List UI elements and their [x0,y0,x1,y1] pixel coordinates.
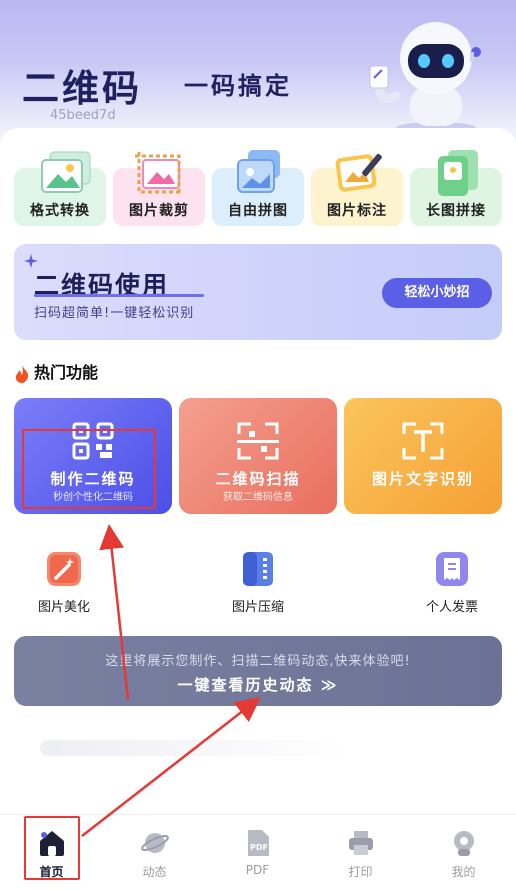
profile-icon [454,831,474,856]
qr-scan-icon [237,422,279,460]
invoice-icon [436,552,468,586]
tool-format-convert[interactable]: 格式转换 [14,148,106,228]
magic-wand-icon [47,552,81,586]
annotation-highlight-create-qr [22,429,156,509]
tool-image-annotate[interactable]: 图片标注 [311,148,403,228]
tab-label: 我的 [451,865,476,879]
tool-label: 格式转换 [30,203,90,219]
tool-label: 图片标注 [327,203,387,219]
tool-image-crop[interactable]: 图片裁剪 [113,148,205,228]
tab-label: 打印 [348,865,373,879]
tab-pdf[interactable]: PDF PDF [206,815,309,890]
pdf-icon: PDF [248,830,269,856]
tab-print[interactable]: 打印 [309,815,412,890]
view-history-link[interactable]: 一键查看历史动态 ≫ [14,674,502,695]
scan-qr-card[interactable]: 二维码扫描 获取二维码信息 [179,398,337,514]
mini-tool-label: 个人发票 [425,600,478,615]
mini-tool-image-compress[interactable]: 图片压缩 [208,552,308,616]
mini-tool-label: 图片美化 [37,600,90,615]
tab-label: 动态 [142,865,167,879]
image-convert-icon [41,151,91,193]
svg-text:PDF: PDF [250,843,268,852]
annotation-highlight-home-tab [24,816,80,880]
tool-free-collage[interactable]: 自由拼图 [212,148,304,228]
robot-mascot-icon [369,22,481,134]
banner-subtitle: 扫码超简单!一键轻松识别 [34,306,195,321]
banner-underline [34,294,204,297]
mini-tool-image-beautify[interactable]: 图片美化 [14,552,114,616]
feature-title: 图片文字识别 [371,470,474,488]
tool-label: 自由拼图 [228,203,288,219]
mini-tool-label: 图片压缩 [231,600,284,615]
tab-activity[interactable]: 动态 [103,815,206,890]
image-annotate-icon [335,153,382,192]
tools-row: 格式转换 图片裁剪 自由拼图 图片标注 长图拼接 [14,148,502,228]
image-crop-icon [135,152,183,196]
feature-title: 二维码扫描 [215,470,301,488]
tips-button[interactable]: 轻松小妙招 [382,278,492,308]
hero-subtitle: 一码搞定 [184,72,292,100]
text-recognition-card[interactable]: 图片文字识别 [344,398,502,514]
mini-tool-personal-invoice[interactable]: 个人发票 [402,552,502,616]
long-image-stitch-icon [438,150,478,196]
hero-id-text: 45beed7d [50,108,116,123]
flame-icon [15,364,29,383]
tab-profile[interactable]: 我的 [412,815,515,890]
tool-long-image-stitch[interactable]: 长图拼接 [410,148,502,228]
history-description: 这里将展示您制作、扫描二维码动态,快来体验吧! [105,654,411,669]
history-banner[interactable]: 这里将展示您制作、扫描二维码动态,快来体验吧! 一键查看历史动态 ≫ [14,636,502,706]
collage-icon [237,150,280,193]
feature-subtitle: 获取二维码信息 [223,492,293,503]
tool-label: 长图拼接 [426,203,486,219]
planet-icon [141,833,169,853]
tab-label: PDF [245,863,270,877]
tool-label: 图片裁剪 [129,203,189,219]
qr-usage-banner[interactable]: 二维码使用 扫码超简单!一键轻松识别 轻松小妙招 [14,244,502,340]
printer-icon [349,831,373,855]
zip-file-icon [243,552,273,586]
faded-placeholder-row [40,740,350,756]
hero-title: 二维码 [22,67,142,110]
section-title: 热门功能 [14,362,98,384]
section-title-text: 热门功能 [34,363,99,382]
text-recognition-icon [402,422,444,460]
